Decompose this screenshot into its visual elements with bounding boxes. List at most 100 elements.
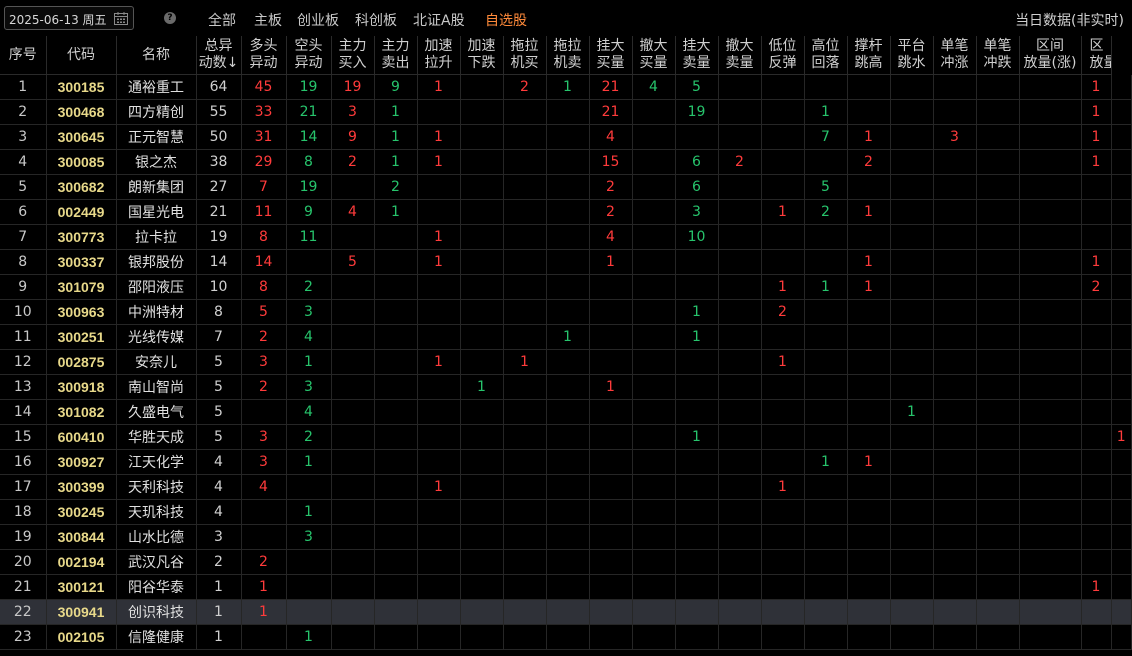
column-header[interactable]: 序号 (0, 36, 47, 75)
metric-cell (1019, 624, 1082, 650)
row-index: 14 (0, 399, 47, 425)
tab-star-market[interactable]: 科创板 (355, 10, 397, 30)
column-header[interactable]: 总异 动数↓ (196, 36, 242, 75)
table-row[interactable]: 17 300399 天利科技 4 4 1 1 (0, 474, 1132, 500)
table-row[interactable]: 18 300245 天玑科技 4 1 (0, 499, 1132, 525)
metric-cell (976, 174, 1020, 200)
calendar-icon[interactable] (114, 12, 128, 25)
table-row[interactable]: 23 002105 信隆健康 1 1 (0, 624, 1132, 650)
metric-cell: 21 (589, 74, 633, 100)
tab-watchlist[interactable]: 自选股 (485, 10, 527, 30)
metric-cell (1111, 174, 1132, 200)
column-header[interactable]: 主力 买入 (331, 36, 375, 75)
metric-cell (632, 249, 676, 275)
column-header[interactable]: 撑杆 跳高 (847, 36, 891, 75)
stock-code: 300121 (46, 574, 117, 600)
column-header[interactable]: 拖拉 机买 (503, 36, 547, 75)
table-row[interactable]: 20 002194 武汉凡谷 2 2 (0, 549, 1132, 575)
column-header[interactable]: 低位 反弹 (761, 36, 805, 75)
column-header[interactable]: 代码 (46, 36, 117, 75)
column-header[interactable]: 加速 下跌 (460, 36, 504, 75)
metric-cell (546, 149, 590, 175)
metric-cell: 1 (804, 99, 848, 125)
tab-all[interactable]: 全部 (208, 10, 236, 30)
metric-cell (804, 424, 848, 450)
column-header[interactable]: 名称 (116, 36, 197, 75)
stock-code: 002449 (46, 199, 117, 225)
column-header[interactable]: 单笔 冲跌 (976, 36, 1020, 75)
table-row[interactable]: 8 300337 银邦股份 14 14 5 1 1 1 1 (0, 249, 1132, 275)
stock-name: 中洲特材 (116, 299, 197, 325)
table-row[interactable]: 15 600410 华胜天成 5 3 2 1 1 (0, 424, 1132, 450)
column-header[interactable]: 空头 异动 (286, 36, 332, 75)
metric-cell (331, 624, 375, 650)
table-row[interactable]: 3 300645 正元智慧 50 31 14 9 1 1 4 7 1 3 1 (0, 124, 1132, 150)
table-row[interactable]: 4 300085 银之杰 38 29 8 2 1 1 15 6 2 2 1 (0, 149, 1132, 175)
table-row[interactable]: 12 002875 安奈儿 5 3 1 1 1 1 (0, 349, 1132, 375)
column-header[interactable]: 高位 回落 (804, 36, 848, 75)
metric-cell (761, 574, 805, 600)
metric-cell (718, 124, 762, 150)
total-alert-count: 27 (196, 174, 242, 200)
column-header[interactable]: 平台 跳水 (890, 36, 934, 75)
table-row[interactable]: 19 300844 山水比德 3 3 (0, 524, 1132, 550)
tab-bse[interactable]: 北证A股 (413, 10, 465, 30)
metric-cell: 4 (241, 474, 287, 500)
metric-cell: 1 (675, 324, 719, 350)
column-header[interactable]: 挂大 买量 (589, 36, 633, 75)
metric-cell (718, 599, 762, 625)
metric-cell (933, 399, 977, 425)
metric-cell (632, 374, 676, 400)
table-row[interactable]: 7 300773 拉卡拉 19 8 11 1 4 10 (0, 224, 1132, 250)
table-row[interactable]: 6 002449 国星光电 21 11 9 4 1 2 3 1 2 1 (0, 199, 1132, 225)
metric-cell (331, 449, 375, 475)
column-header[interactable]: 区放量 (1081, 36, 1112, 75)
table-row[interactable]: 10 300963 中洲特材 8 5 3 1 2 (0, 299, 1132, 325)
metric-cell (976, 299, 1020, 325)
column-header[interactable]: 撤大 卖量 (718, 36, 762, 75)
table-row[interactable]: 22 300941 创识科技 1 1 (0, 599, 1132, 625)
table-row[interactable]: 2 300468 四方精创 55 33 21 3 1 21 19 1 1 (0, 99, 1132, 125)
table-row[interactable]: 11 300251 光线传媒 7 2 4 1 1 (0, 324, 1132, 350)
metric-cell: 4 (286, 399, 332, 425)
metric-cell (847, 174, 891, 200)
column-header[interactable]: 多头 异动 (241, 36, 287, 75)
tab-main-board[interactable]: 主板 (254, 10, 282, 30)
help-icon[interactable]: ? (164, 12, 176, 24)
column-header[interactable]: 加速 拉升 (417, 36, 461, 75)
metric-cell (374, 599, 418, 625)
metric-cell (1019, 99, 1082, 125)
column-header[interactable]: 撤大 买量 (632, 36, 676, 75)
table-row[interactable]: 5 300682 朗新集团 27 7 19 2 2 6 5 (0, 174, 1132, 200)
metric-cell (503, 499, 547, 525)
table-row[interactable]: 21 300121 阳谷华泰 1 1 1 (0, 574, 1132, 600)
table-row[interactable]: 16 300927 江天化学 4 3 1 1 1 (0, 449, 1132, 475)
column-header[interactable]: 拖拉 机卖 (546, 36, 590, 75)
table-row[interactable]: 9 301079 邵阳液压 10 8 2 1 1 1 2 (0, 274, 1132, 300)
column-header[interactable]: 单笔 冲涨 (933, 36, 977, 75)
column-header[interactable]: 区间 放量(涨) (1019, 36, 1082, 75)
metric-cell (417, 499, 461, 525)
table-row[interactable]: 14 301082 久盛电气 5 4 1 (0, 399, 1132, 425)
metric-cell (632, 174, 676, 200)
metric-cell (503, 99, 547, 125)
metric-cell (933, 574, 977, 600)
metric-cell (503, 424, 547, 450)
stock-code: 300468 (46, 99, 117, 125)
metric-cell (976, 99, 1020, 125)
metric-cell: 1 (761, 474, 805, 500)
metric-cell (761, 324, 805, 350)
column-header[interactable]: 主力 卖出 (374, 36, 418, 75)
metric-cell (374, 324, 418, 350)
column-header-label: 单笔 (940, 38, 969, 54)
metric-cell (589, 624, 633, 650)
stock-code: 300185 (46, 74, 117, 100)
column-header-label: 空头 (294, 38, 323, 54)
date-picker[interactable]: 2025-06-13 周五 (4, 6, 134, 30)
metric-cell (1111, 574, 1132, 600)
table-row[interactable]: 1 300185 通裕重工 64 45 19 19 9 1 2 1 21 4 5 1 (0, 74, 1132, 100)
column-header[interactable]: 挂大 卖量 (675, 36, 719, 75)
table-row[interactable]: 13 300918 南山智尚 5 2 3 1 1 (0, 374, 1132, 400)
tab-chinext[interactable]: 创业板 (297, 10, 339, 30)
metric-cell (1111, 549, 1132, 575)
